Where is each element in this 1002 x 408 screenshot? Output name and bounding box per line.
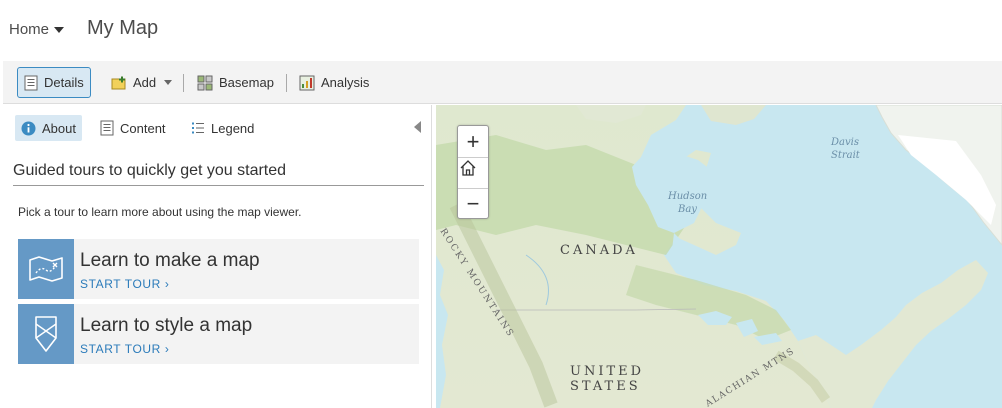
section-divider <box>13 185 424 186</box>
tour-card-make-map[interactable]: Learn to make a map START TOUR › <box>18 239 419 299</box>
map-label-davis: Davis <box>831 137 859 148</box>
top-bar: Home My Map <box>0 0 1002 60</box>
basemap-button[interactable]: Basemap <box>191 67 280 98</box>
map-label-united: UNITED <box>570 364 645 379</box>
add-layer-icon <box>111 76 126 89</box>
map-title: My Map <box>87 17 159 39</box>
caret-down-icon <box>54 26 65 33</box>
info-icon <box>21 121 36 135</box>
toolbar-divider <box>286 74 287 92</box>
zoom-control: + − <box>457 125 489 219</box>
analysis-button[interactable]: Analysis <box>293 67 375 98</box>
intro-text: Pick a tour to learn more about using th… <box>18 205 302 219</box>
tab-legend-label: Legend <box>211 120 255 136</box>
tab-about-label: About <box>42 120 76 136</box>
collapse-panel-icon[interactable] <box>414 121 421 133</box>
tab-about[interactable]: About <box>15 115 82 141</box>
tab-content[interactable]: Content <box>94 115 172 141</box>
toolbar-divider <box>183 74 184 92</box>
add-button[interactable]: Add <box>105 67 178 98</box>
map-label-strait: Strait <box>831 150 860 161</box>
map-label-states: STATES <box>570 379 641 394</box>
map-tour-icon <box>18 239 74 299</box>
toolbar: Details Add Basemap Analysis <box>3 61 1002 104</box>
start-tour-link[interactable]: START TOUR › <box>80 342 169 356</box>
default-extent-button[interactable] <box>458 157 488 188</box>
home-icon <box>460 160 476 176</box>
zoom-out-button[interactable]: − <box>458 188 488 219</box>
details-label: Details <box>44 75 84 90</box>
tour-title: Learn to make a map <box>80 250 260 271</box>
tour-title: Learn to style a map <box>80 315 253 336</box>
tour-card-style-map[interactable]: Learn to style a map START TOUR › <box>18 304 419 364</box>
home-menu[interactable]: Home <box>9 21 65 38</box>
tab-legend[interactable]: Legend <box>185 115 260 141</box>
start-tour-link[interactable]: START TOUR › <box>80 277 169 291</box>
map-view[interactable]: + − Davis Strait Hudson Bay CANADA ROCKY… <box>436 105 1002 408</box>
analysis-label: Analysis <box>321 75 370 90</box>
details-button[interactable]: Details <box>17 67 91 98</box>
content-icon <box>100 120 114 136</box>
analysis-icon <box>299 75 315 90</box>
map-label-hudson: Hudson <box>668 191 708 202</box>
legend-list-icon <box>192 122 204 134</box>
chevron-down-icon <box>164 80 173 85</box>
map-label-canada: CANADA <box>560 243 638 258</box>
tab-content-label: Content <box>120 120 166 136</box>
home-label: Home <box>9 21 50 38</box>
section-title: Guided tours to quickly get you started <box>13 162 287 179</box>
details-panel: About Content Legend Guided tours to qui… <box>5 105 432 408</box>
basemap-terrain <box>436 105 1002 408</box>
map-label-bay: Bay <box>678 204 697 215</box>
details-icon <box>24 75 38 90</box>
basemap-label: Basemap <box>219 75 274 90</box>
add-label: Add <box>133 75 157 90</box>
basemap-grid-icon <box>197 75 213 90</box>
zoom-in-button[interactable]: + <box>458 126 488 157</box>
style-tour-icon <box>18 304 74 364</box>
